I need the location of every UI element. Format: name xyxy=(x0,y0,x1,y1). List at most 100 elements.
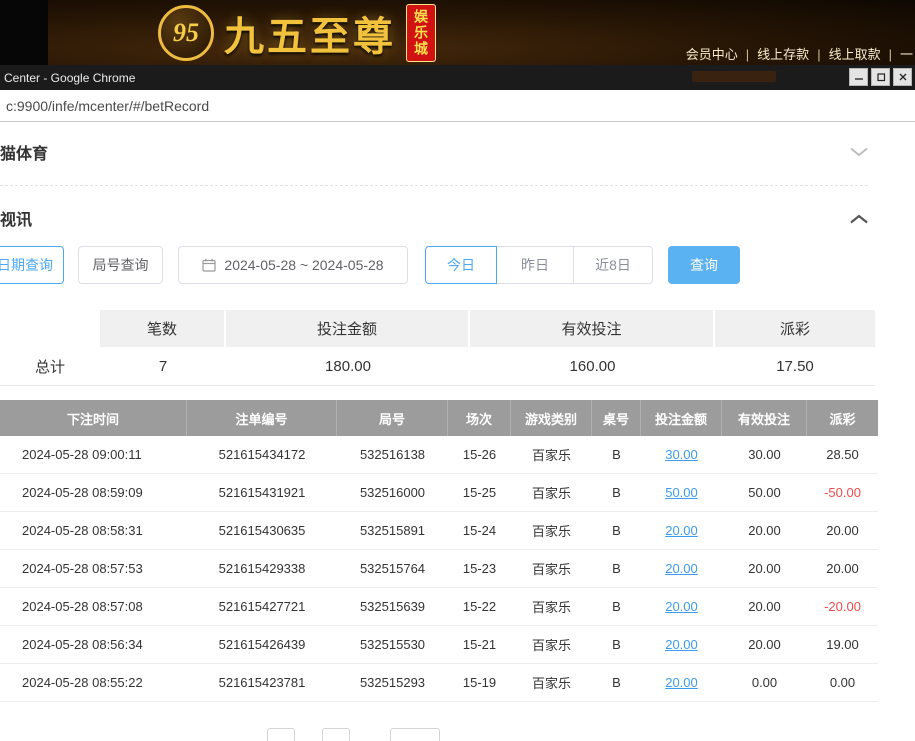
section-divider xyxy=(0,185,868,186)
brand-badge: 娱乐城 xyxy=(406,4,436,62)
header-nav: 会员中心线上存款线上取款一 xyxy=(686,44,913,63)
valid-bet-cell: 20.00 xyxy=(722,550,807,587)
session-cell: 15-19 xyxy=(448,664,511,701)
maximize-button[interactable] xyxy=(871,68,890,86)
section-sports[interactable]: 猫体育 xyxy=(0,138,870,166)
brand-logo[interactable]: 95 九五至尊 娱乐城 xyxy=(158,2,436,64)
minimize-icon xyxy=(854,72,864,82)
table-no-cell: B xyxy=(592,550,641,587)
bet-amount-link[interactable]: 30.00 xyxy=(665,447,698,462)
valid-bet-cell: 0.00 xyxy=(722,664,807,701)
bet-amount-link[interactable]: 50.00 xyxy=(665,485,698,500)
bet-amount-cell: 50.00 xyxy=(641,474,722,511)
round-no-cell: 532516000 xyxy=(337,474,448,511)
obscured-header-content xyxy=(692,71,776,82)
bet-amount-link[interactable]: 20.00 xyxy=(665,675,698,690)
date-query-button[interactable]: 日期查询 xyxy=(0,246,64,284)
bet-amount-link[interactable]: 20.00 xyxy=(665,561,698,576)
sidebar-strip xyxy=(0,0,48,65)
bet-time-cell: 2024-05-28 08:57:53 xyxy=(0,550,187,587)
valid-bet-cell: 20.00 xyxy=(722,512,807,549)
bet-amount-link[interactable]: 20.00 xyxy=(665,599,698,614)
section-video[interactable]: 视讯 xyxy=(0,204,870,232)
search-button[interactable]: 查询 xyxy=(668,246,740,284)
browser-titlebar[interactable]: Center - Google Chrome xyxy=(0,65,915,90)
bet-amount-cell: 20.00 xyxy=(641,550,722,587)
game-type-cell: 百家乐 xyxy=(511,664,592,701)
yesterday-button[interactable]: 昨日 xyxy=(496,246,574,284)
date-range-picker[interactable]: 2024-05-28 ~ 2024-05-28 xyxy=(178,246,408,284)
chevron-up-icon[interactable] xyxy=(850,214,868,224)
pagination-button-next[interactable] xyxy=(390,728,440,741)
browser-urlbar[interactable]: c:9900/infe/mcenter/#/betRecord xyxy=(0,90,915,122)
bet-time-cell: 2024-05-28 08:59:09 xyxy=(0,474,187,511)
bet-amount-link[interactable]: 20.00 xyxy=(665,637,698,652)
summary-table: 笔数 投注金额 有效投注 派彩 总计 7 180.00 160.00 17.50 xyxy=(0,310,875,386)
nav-member-center[interactable]: 会员中心 xyxy=(686,47,738,62)
main-content: 猫体育 视讯 日期查询 局号查询 2024-05-28 ~ 2024-05-28… xyxy=(0,122,915,741)
bet-no-cell: 521615427721 xyxy=(187,588,337,625)
close-button[interactable] xyxy=(893,68,912,86)
nav-online-deposit[interactable]: 线上存款 xyxy=(738,47,809,62)
round-no-cell: 532516138 xyxy=(337,436,448,473)
today-button[interactable]: 今日 xyxy=(425,246,497,284)
game-type-cell: 百家乐 xyxy=(511,436,592,473)
bet-no-cell: 521615430635 xyxy=(187,512,337,549)
table-row: 2024-05-28 08:55:22 521615423781 5325152… xyxy=(0,664,878,702)
payout-cell: 19.00 xyxy=(807,626,878,663)
brand-title: 九五至尊 xyxy=(224,4,396,62)
header-valid-bet: 有效投注 xyxy=(722,400,807,436)
bet-amount-cell: 20.00 xyxy=(641,626,722,663)
payout-cell: 0.00 xyxy=(807,664,878,701)
table-no-cell: B xyxy=(592,512,641,549)
last-8-days-button[interactable]: 近8日 xyxy=(573,246,653,284)
session-cell: 15-22 xyxy=(448,588,511,625)
bet-amount-cell: 20.00 xyxy=(641,588,722,625)
bet-amount-link[interactable]: 20.00 xyxy=(665,523,698,538)
table-no-cell: B xyxy=(592,626,641,663)
session-cell: 15-26 xyxy=(448,436,511,473)
table-row: 2024-05-28 08:57:53 521615429338 5325157… xyxy=(0,550,878,588)
chevron-down-icon[interactable] xyxy=(850,147,868,157)
section-video-label: 视讯 xyxy=(0,206,32,230)
window-controls xyxy=(849,68,912,86)
payout-cell: 20.00 xyxy=(807,512,878,549)
table-no-cell: B xyxy=(592,664,641,701)
filter-bar: 日期查询 局号查询 2024-05-28 ~ 2024-05-28 今日 昨日 … xyxy=(0,246,915,286)
round-query-button[interactable]: 局号查询 xyxy=(78,246,163,284)
bet-time-cell: 2024-05-28 08:57:08 xyxy=(0,588,187,625)
bet-time-cell: 2024-05-28 08:55:22 xyxy=(0,664,187,701)
payout-cell: -20.00 xyxy=(807,588,878,625)
bet-amount-cell: 20.00 xyxy=(641,664,722,701)
bet-record-table: 下注时间 注单编号 局号 场次 游戏类别 桌号 投注金额 有效投注 派彩 202… xyxy=(0,400,878,702)
nav-truncated-item[interactable]: 一 xyxy=(881,47,913,62)
summary-count-value: 7 xyxy=(100,347,226,385)
summary-header-count: 笔数 xyxy=(100,310,226,347)
summary-header-bet-amount: 投注金额 xyxy=(226,310,470,347)
table-row: 2024-05-28 08:59:09 521615431921 5325160… xyxy=(0,474,878,512)
payout-cell: -50.00 xyxy=(807,474,878,511)
bet-amount-cell: 20.00 xyxy=(641,512,722,549)
game-type-cell: 百家乐 xyxy=(511,512,592,549)
quick-range-group: 今日 昨日 近8日 xyxy=(425,246,653,284)
table-no-cell: B xyxy=(592,588,641,625)
header-session: 场次 xyxy=(448,400,511,436)
session-cell: 15-25 xyxy=(448,474,511,511)
summary-total-row: 总计 7 180.00 160.00 17.50 xyxy=(0,347,875,386)
bet-no-cell: 521615423781 xyxy=(187,664,337,701)
session-cell: 15-23 xyxy=(448,550,511,587)
round-no-cell: 532515293 xyxy=(337,664,448,701)
pagination-button-page[interactable] xyxy=(322,728,350,741)
summary-payout-value: 17.50 xyxy=(715,347,875,385)
nav-online-withdraw[interactable]: 线上取款 xyxy=(809,47,880,62)
session-cell: 15-24 xyxy=(448,512,511,549)
pagination-button-prev[interactable] xyxy=(267,728,295,741)
bet-table-header: 下注时间 注单编号 局号 场次 游戏类别 桌号 投注金额 有效投注 派彩 xyxy=(0,400,878,436)
round-no-cell: 532515764 xyxy=(337,550,448,587)
minimize-button[interactable] xyxy=(849,68,868,86)
summary-header-payout: 派彩 xyxy=(715,310,875,347)
header-bet-time: 下注时间 xyxy=(0,400,187,436)
brand-emblem-icon: 95 xyxy=(158,5,214,61)
summary-bet-amount-value: 180.00 xyxy=(226,347,470,385)
site-header: 95 九五至尊 娱乐城 会员中心线上存款线上取款一 xyxy=(0,0,915,65)
